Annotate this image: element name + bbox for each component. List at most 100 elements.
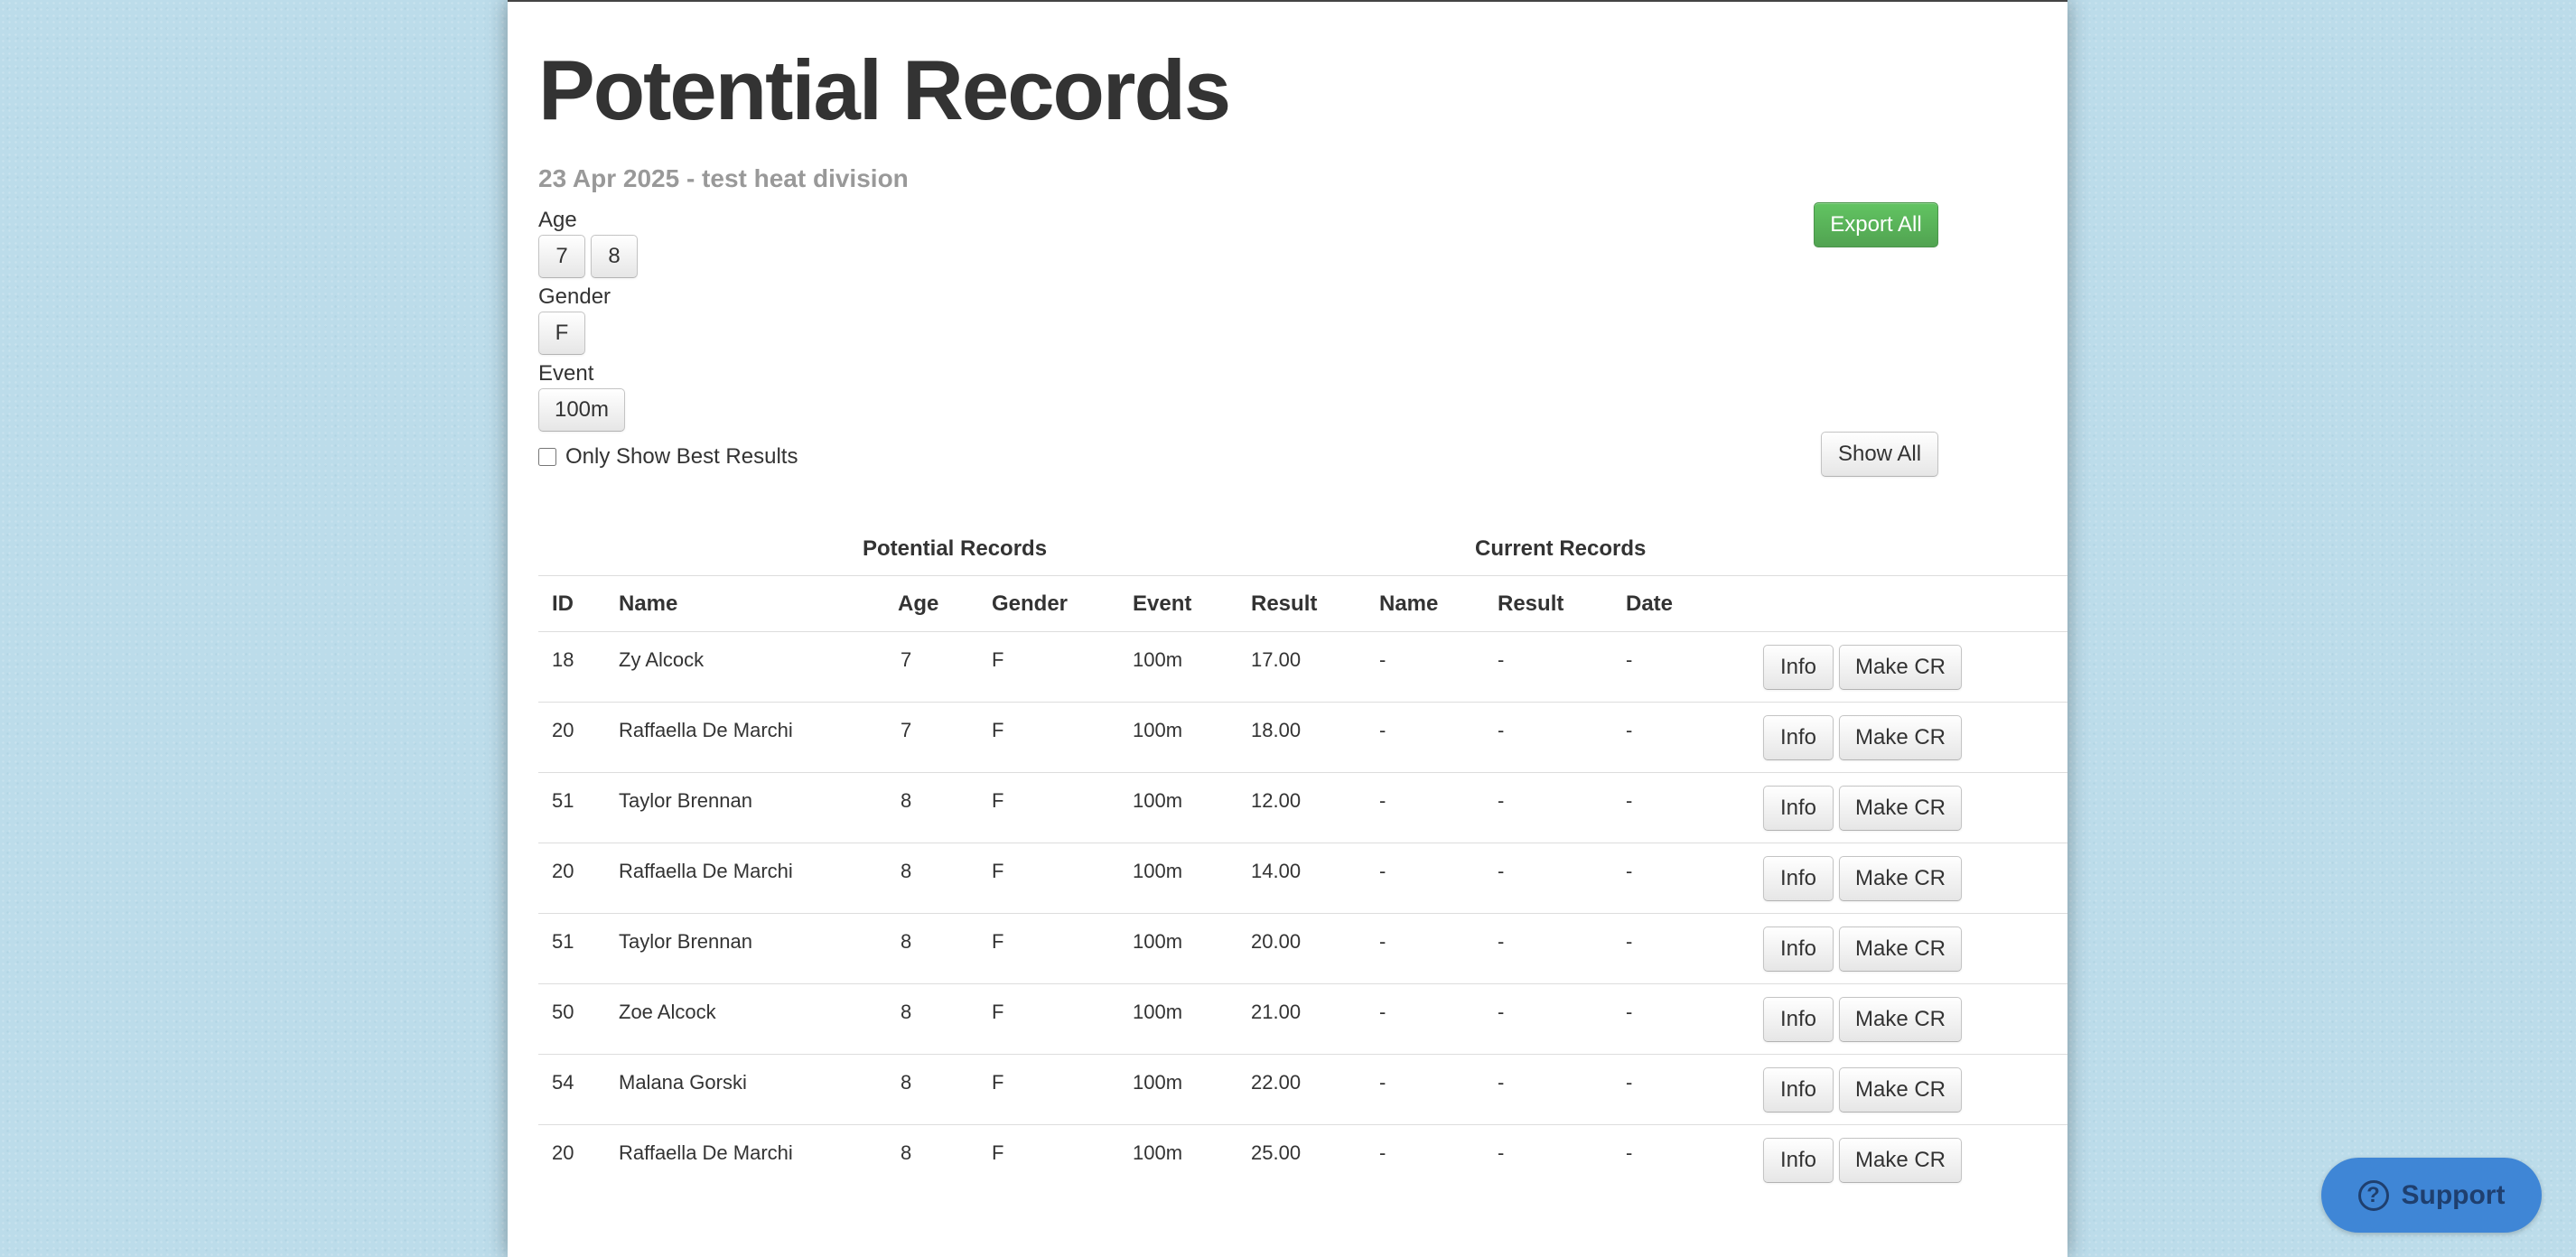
main-panel: Potential Records 23 Apr 2025 - test hea… bbox=[508, 0, 2067, 1257]
event-option-100m-button[interactable]: 100m bbox=[538, 388, 625, 432]
best-results-toggle[interactable]: Only Show Best Results bbox=[538, 444, 798, 470]
row-cr-name: - bbox=[1379, 930, 1386, 953]
gender-filter-label: Gender bbox=[538, 284, 611, 309]
column-header-age: Age bbox=[898, 591, 939, 616]
info-button[interactable]: Info bbox=[1763, 645, 1834, 690]
row-result: 25.00 bbox=[1251, 1141, 1302, 1164]
row-cr-result: - bbox=[1498, 648, 1505, 671]
row-cr-name: - bbox=[1379, 1141, 1386, 1164]
info-button[interactable]: Info bbox=[1763, 997, 1834, 1042]
show-all-button[interactable]: Show All bbox=[1821, 432, 1938, 477]
row-cr-date: - bbox=[1626, 1071, 1633, 1094]
row-cr-date: - bbox=[1626, 789, 1633, 812]
row-name: Taylor Brennan bbox=[619, 930, 752, 953]
row-event: 100m bbox=[1133, 648, 1183, 671]
row-result: 14.00 bbox=[1251, 860, 1302, 882]
table-row: 18 Zy Alcock 7 F 100m 17.00 - - - Info M… bbox=[538, 632, 2067, 703]
page-subtitle: 23 Apr 2025 - test heat division bbox=[538, 164, 909, 192]
make-cr-button[interactable]: Make CR bbox=[1839, 1067, 1962, 1113]
row-gender: F bbox=[992, 1141, 1004, 1164]
row-age: 8 bbox=[901, 1001, 912, 1023]
make-cr-button[interactable]: Make CR bbox=[1839, 997, 1962, 1042]
make-cr-button[interactable]: Make CR bbox=[1839, 715, 1962, 760]
row-gender: F bbox=[992, 1001, 1004, 1023]
row-age: 7 bbox=[901, 648, 912, 671]
row-name: Zy Alcock bbox=[619, 648, 705, 671]
row-name: Raffaella De Marchi bbox=[619, 1141, 793, 1164]
table-row: 20 Raffaella De Marchi 7 F 100m 18.00 - … bbox=[538, 703, 2067, 773]
age-filter-label: Age bbox=[538, 208, 577, 232]
row-cr-result: - bbox=[1498, 719, 1505, 741]
export-all-button[interactable]: Export All bbox=[1814, 202, 1938, 247]
row-age: 7 bbox=[901, 719, 912, 741]
page-title: Potential Records bbox=[538, 42, 1231, 137]
row-event: 100m bbox=[1133, 1001, 1183, 1023]
row-id: 51 bbox=[552, 789, 574, 812]
row-gender: F bbox=[992, 860, 1004, 882]
row-id: 54 bbox=[552, 1071, 574, 1094]
table-row: 51 Taylor Brennan 8 F 100m 12.00 - - - I… bbox=[538, 773, 2067, 843]
row-age: 8 bbox=[901, 1141, 912, 1164]
row-result: 20.00 bbox=[1251, 930, 1302, 953]
row-result: 22.00 bbox=[1251, 1071, 1302, 1094]
make-cr-button[interactable]: Make CR bbox=[1839, 1138, 1962, 1183]
row-result: 12.00 bbox=[1251, 789, 1302, 812]
column-header-name: Name bbox=[619, 591, 678, 616]
row-event: 100m bbox=[1133, 719, 1183, 741]
row-result: 18.00 bbox=[1251, 719, 1302, 741]
row-cr-name: - bbox=[1379, 1001, 1386, 1023]
current-records-group-header: Current Records bbox=[1475, 536, 1647, 561]
row-event: 100m bbox=[1133, 1141, 1183, 1164]
row-age: 8 bbox=[901, 860, 912, 882]
row-cr-name: - bbox=[1379, 648, 1386, 671]
column-header-result: Result bbox=[1251, 591, 1318, 616]
make-cr-button[interactable]: Make CR bbox=[1839, 645, 1962, 690]
best-results-checkbox[interactable] bbox=[538, 448, 556, 466]
row-gender: F bbox=[992, 648, 1004, 671]
row-event: 100m bbox=[1133, 930, 1183, 953]
column-header-gender: Gender bbox=[992, 591, 1069, 616]
row-event: 100m bbox=[1133, 789, 1183, 812]
event-filter-label: Event bbox=[538, 361, 594, 386]
row-name: Zoe Alcock bbox=[619, 1001, 716, 1023]
info-button[interactable]: Info bbox=[1763, 1138, 1834, 1183]
row-name: Taylor Brennan bbox=[619, 789, 752, 812]
table-row: 50 Zoe Alcock 8 F 100m 21.00 - - - Info … bbox=[538, 984, 2067, 1055]
row-cr-date: - bbox=[1626, 719, 1633, 741]
row-id: 50 bbox=[552, 1001, 574, 1023]
row-cr-date: - bbox=[1626, 930, 1633, 953]
column-header-cr-result: Result bbox=[1498, 591, 1564, 616]
info-button[interactable]: Info bbox=[1763, 926, 1834, 972]
gender-option-f-button[interactable]: F bbox=[538, 312, 585, 355]
row-cr-name: - bbox=[1379, 1071, 1386, 1094]
info-button[interactable]: Info bbox=[1763, 1067, 1834, 1113]
column-header-id: ID bbox=[552, 591, 574, 616]
row-gender: F bbox=[992, 1071, 1004, 1094]
row-id: 51 bbox=[552, 930, 574, 953]
info-button[interactable]: Info bbox=[1763, 715, 1834, 760]
row-result: 17.00 bbox=[1251, 648, 1302, 671]
info-button[interactable]: Info bbox=[1763, 856, 1834, 901]
row-cr-result: - bbox=[1498, 1001, 1505, 1023]
table-row: 51 Taylor Brennan 8 F 100m 20.00 - - - I… bbox=[538, 914, 2067, 984]
make-cr-button[interactable]: Make CR bbox=[1839, 856, 1962, 901]
make-cr-button[interactable]: Make CR bbox=[1839, 926, 1962, 972]
row-cr-name: - bbox=[1379, 789, 1386, 812]
support-button[interactable]: ? Support bbox=[2321, 1158, 2542, 1233]
age-option-7-button[interactable]: 7 bbox=[538, 235, 585, 278]
table-row: 54 Malana Gorski 8 F 100m 22.00 - - - In… bbox=[538, 1055, 2067, 1125]
table-header-divider bbox=[538, 575, 2067, 576]
best-results-label: Only Show Best Results bbox=[565, 444, 798, 469]
row-cr-date: - bbox=[1626, 648, 1633, 671]
age-option-8-button[interactable]: 8 bbox=[591, 235, 638, 278]
row-age: 8 bbox=[901, 1071, 912, 1094]
info-button[interactable]: Info bbox=[1763, 786, 1834, 831]
potential-records-group-header: Potential Records bbox=[863, 536, 1048, 561]
row-id: 20 bbox=[552, 860, 574, 882]
row-id: 18 bbox=[552, 648, 574, 671]
row-cr-result: - bbox=[1498, 930, 1505, 953]
table-row: 20 Raffaella De Marchi 8 F 100m 14.00 - … bbox=[538, 843, 2067, 914]
row-name: Malana Gorski bbox=[619, 1071, 747, 1094]
make-cr-button[interactable]: Make CR bbox=[1839, 786, 1962, 831]
row-event: 100m bbox=[1133, 860, 1183, 882]
